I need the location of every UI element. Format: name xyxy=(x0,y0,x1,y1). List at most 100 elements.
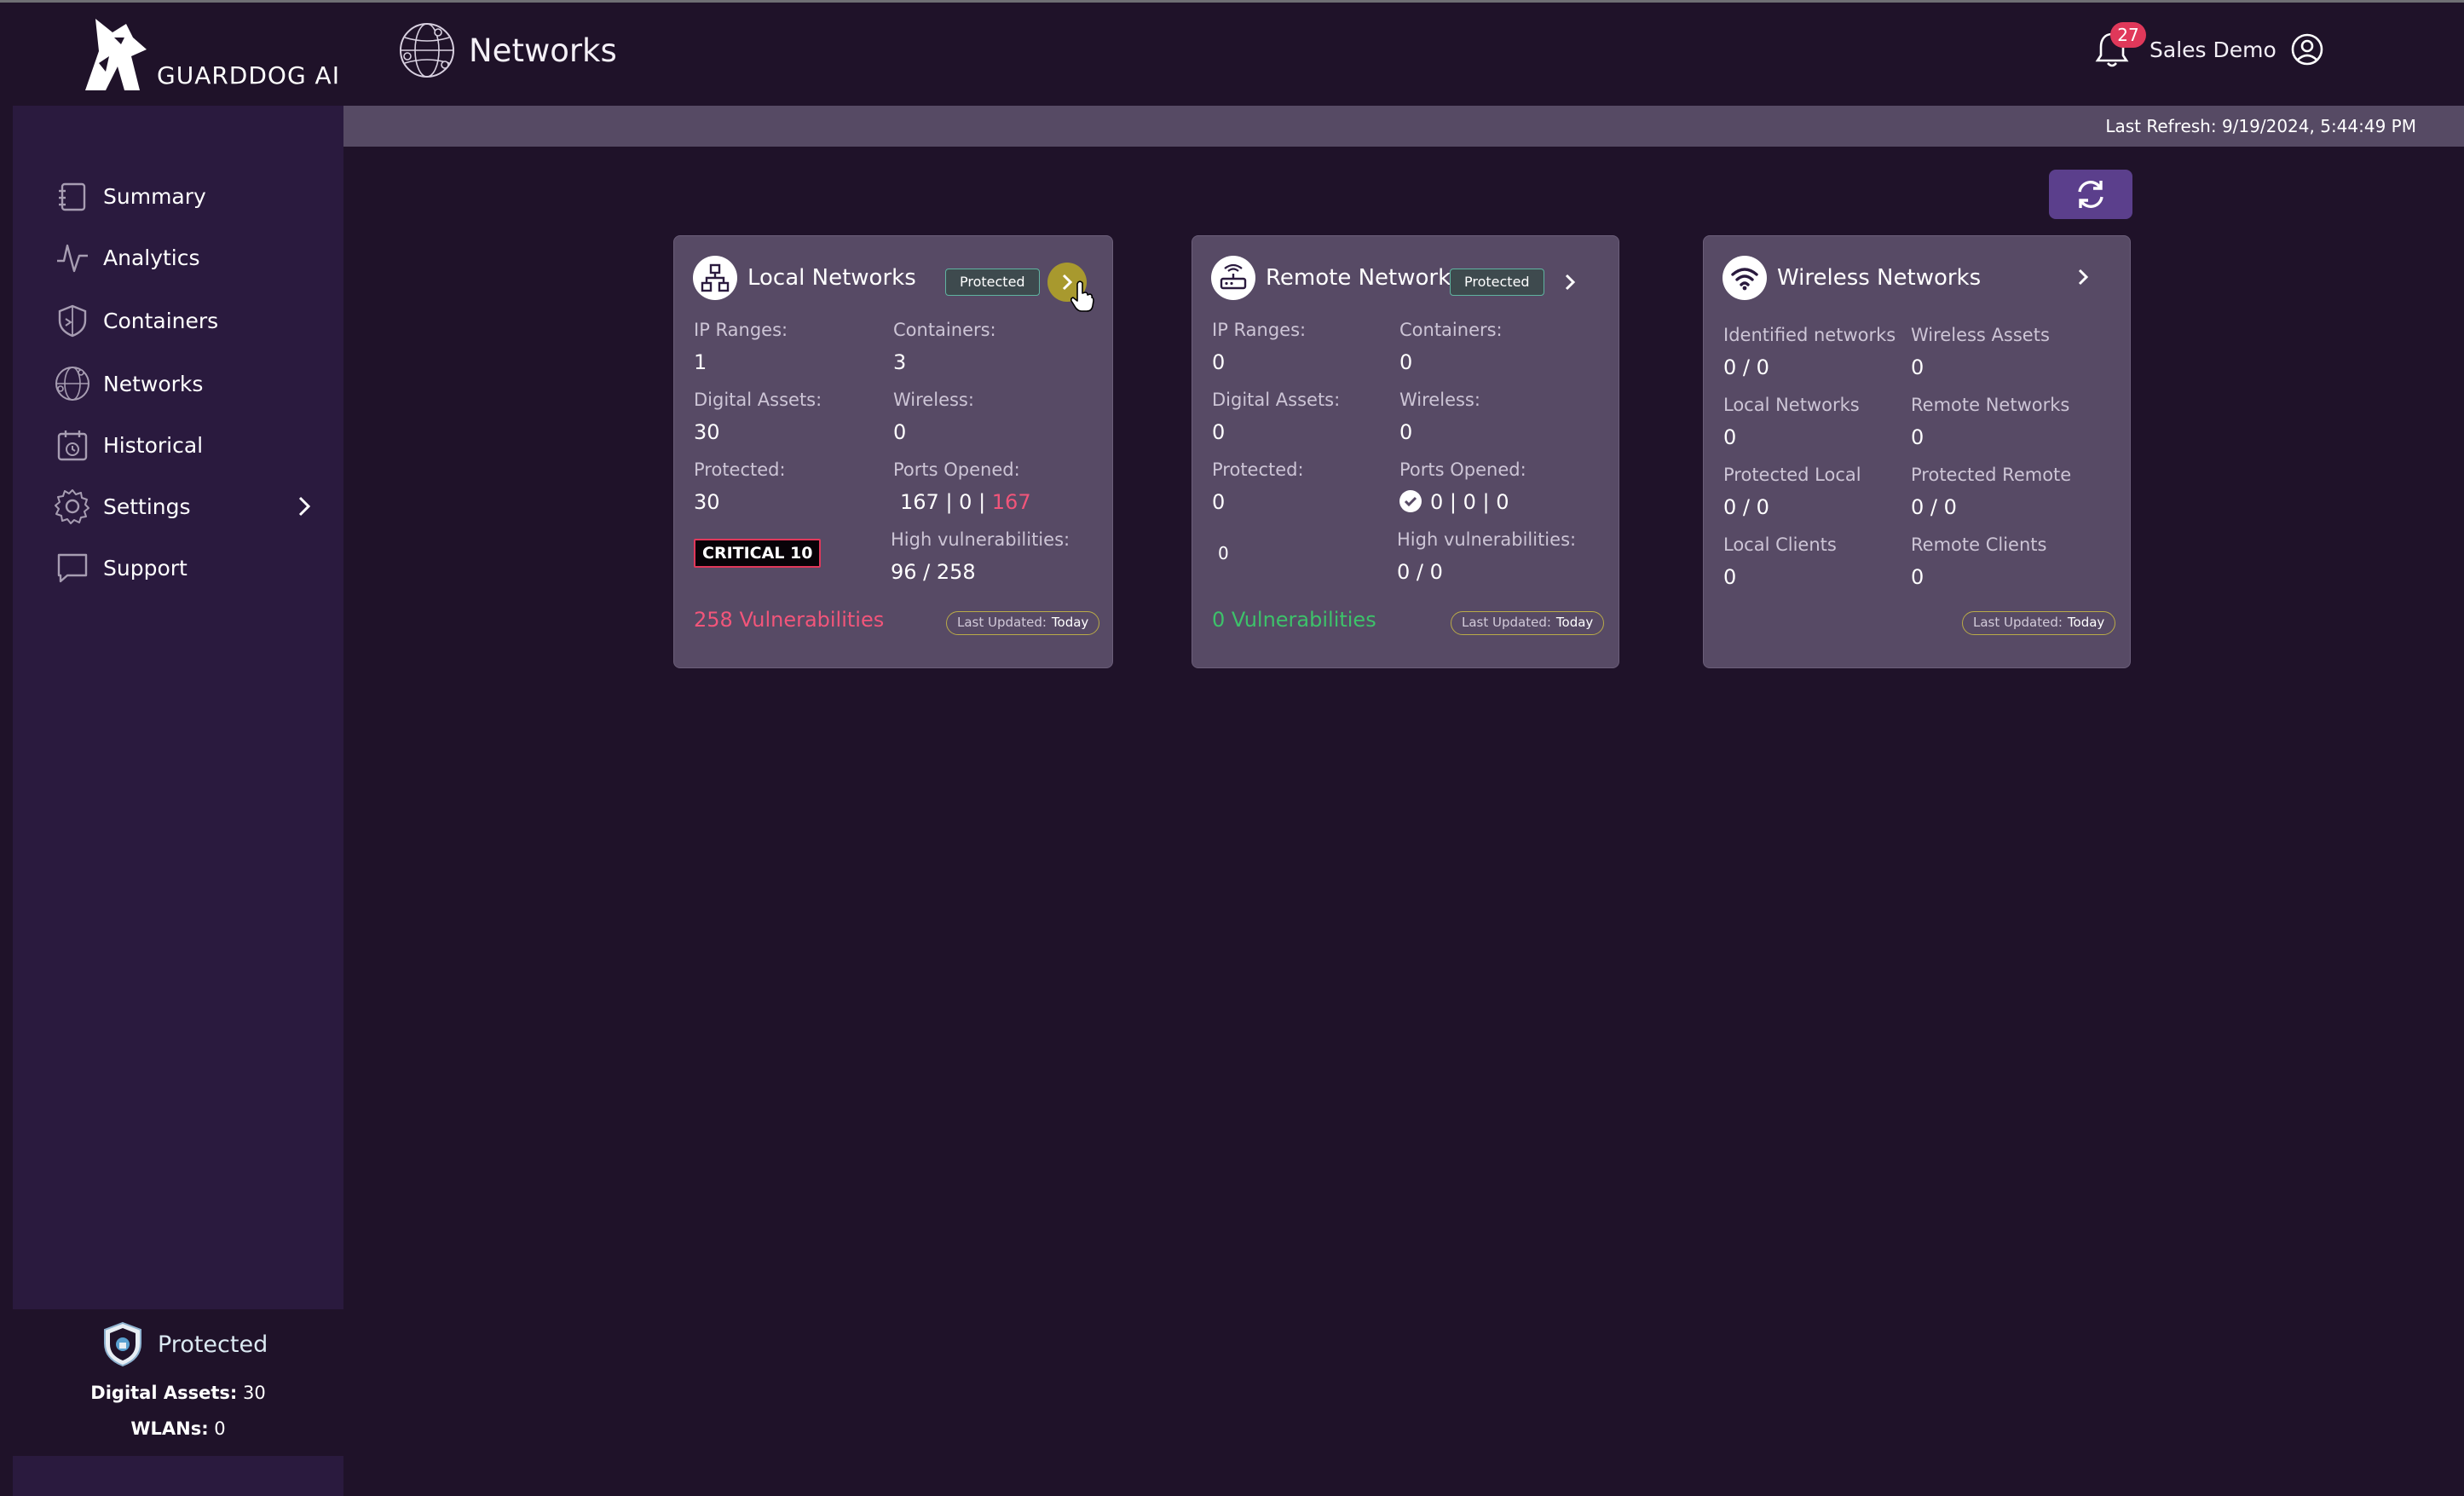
chevron-right-icon xyxy=(2078,269,2089,286)
stat-value: 0 xyxy=(1212,350,1226,374)
sidebar-item-containers[interactable]: Containers xyxy=(54,297,335,344)
stat-label: Remote Clients xyxy=(1911,534,2047,555)
last-updated-value: Today xyxy=(2067,615,2105,630)
digital-assets-stat: Digital Assets: 0 xyxy=(1212,390,1340,444)
chevron-right-icon xyxy=(1565,274,1576,291)
stat-value: 167 | 0 | 167 xyxy=(900,490,1031,514)
stat-value: 0 xyxy=(1399,420,1413,444)
stat-value: 0 xyxy=(1212,420,1226,444)
sidebar-item-analytics[interactable]: Analytics xyxy=(54,234,335,281)
last-updated-value: Today xyxy=(1555,615,1594,630)
wireless-networks-card: Wireless Networks Identified networks 0 … xyxy=(1703,235,2131,668)
stat-label: High vulnerabilities: xyxy=(1397,529,1577,550)
sidebar-item-label: Support xyxy=(103,555,188,580)
ports-risk-count: 167 xyxy=(991,490,1031,514)
digital-assets-value: 30 xyxy=(242,1383,266,1403)
networks-icon xyxy=(54,365,91,402)
vulnerabilities-link[interactable]: 0 Vulnerabilities xyxy=(1212,608,1376,632)
stat-label: Ports Opened: xyxy=(1399,459,1526,480)
ports-open-count: 167 xyxy=(900,490,939,514)
stat-value: 1 xyxy=(694,350,707,374)
refresh-icon xyxy=(2078,181,2103,208)
protected-remote-stat: Protected Remote 0 / 0 xyxy=(1911,465,2071,519)
wireless-assets-stat: Wireless Assets 0 xyxy=(1911,325,2050,379)
brand-name: GUARDDOG AI xyxy=(157,61,340,90)
wifi-icon xyxy=(1722,256,1767,300)
stat-label: High vulnerabilities: xyxy=(891,529,1070,550)
card-title: Local Networks xyxy=(747,265,916,291)
sidebar-item-label: Analytics xyxy=(103,245,200,270)
stat-value: 30 xyxy=(694,490,720,514)
wlans-summary: WLANs: 0 xyxy=(13,1418,343,1439)
protection-status: Protected xyxy=(101,1321,268,1367)
stat-label: Protected Local xyxy=(1723,465,1861,485)
sidebar-item-historical[interactable]: Historical xyxy=(54,421,335,469)
protected-badge: Protected xyxy=(945,269,1040,296)
user-area: 27 Sales Demo xyxy=(2093,22,2324,77)
open-remote-networks-button[interactable] xyxy=(1550,263,1590,302)
ip-ranges-stat: IP Ranges: 1 xyxy=(694,320,788,374)
protected-local-stat: Protected Local 0 / 0 xyxy=(1723,465,1861,519)
sidebar-item-summary[interactable]: Summary xyxy=(54,172,335,220)
digital-assets-label: Digital Assets: xyxy=(90,1383,238,1403)
sidebar-item-networks[interactable]: Networks xyxy=(54,360,335,407)
router-icon xyxy=(1211,256,1255,300)
protected-stat: Protected: 30 xyxy=(694,459,786,514)
user-name[interactable]: Sales Demo xyxy=(2150,38,2276,62)
sidebar-item-label: Historical xyxy=(103,432,204,458)
local-networks-stat: Local Networks 0 xyxy=(1723,395,1860,449)
wlans-value: 0 xyxy=(214,1418,226,1439)
remote-networks-stat: Remote Networks 0 xyxy=(1911,395,2069,449)
critical-badge: CRITICAL 10 xyxy=(694,539,822,568)
stat-label: Remote Networks xyxy=(1911,395,2070,415)
stat-value: 0 | 0 | 0 xyxy=(1399,490,1526,514)
networks-globe-icon xyxy=(400,23,454,78)
sidebar-item-settings[interactable]: Settings xyxy=(54,482,335,530)
ports-counts: 0 | 0 | 0 xyxy=(1430,490,1509,514)
stat-value: 0 / 0 xyxy=(1723,495,1769,519)
stat-label: Local Clients xyxy=(1723,534,1837,555)
summary-icon xyxy=(54,177,91,215)
last-updated-label: Last Updated: xyxy=(1462,615,1551,630)
protection-status-text: Protected xyxy=(158,1331,268,1358)
containers-icon xyxy=(54,302,91,339)
sidebar-item-label: Networks xyxy=(103,371,204,396)
critical-count: 0 xyxy=(1218,543,1229,563)
analytics-icon xyxy=(54,239,91,276)
stat-value: 0 xyxy=(1911,355,1924,379)
stat-value: 0 xyxy=(893,420,907,444)
page-header: Networks xyxy=(397,20,617,80)
guarddog-logo[interactable]: GUARDDOG AI xyxy=(80,12,339,94)
sidebar-item-label: Settings xyxy=(103,494,191,519)
page-title: Networks xyxy=(469,32,617,69)
checkmark-icon xyxy=(1399,490,1422,512)
stat-label: Identified networks xyxy=(1723,325,1896,345)
stat-value: 0 xyxy=(1723,425,1737,449)
high-vulnerabilities-stat: High vulnerabilities: 96 / 258 xyxy=(891,529,1070,584)
stat-label: Wireless Assets xyxy=(1911,325,2050,345)
stat-label: Protected: xyxy=(1212,459,1304,480)
protected-badge: Protected xyxy=(1450,269,1544,296)
stat-label: Containers: xyxy=(893,320,996,340)
last-updated-pill: Last Updated: Today xyxy=(1962,611,2116,635)
open-wireless-networks-button[interactable] xyxy=(2063,257,2103,297)
sidebar-item-label: Summary xyxy=(103,183,206,209)
settings-icon xyxy=(54,488,91,525)
stat-label: Wireless: xyxy=(1399,390,1480,410)
local-network-topology-icon xyxy=(693,256,737,300)
chevron-right-icon[interactable] xyxy=(291,493,318,520)
stat-value: 0 xyxy=(1212,490,1226,514)
stat-value: 3 xyxy=(893,350,907,374)
sidebar-item-support[interactable]: Support xyxy=(54,544,335,592)
stat-value: 0 xyxy=(1911,425,1924,449)
local-clients-stat: Local Clients 0 xyxy=(1723,534,1837,589)
refresh-button[interactable] xyxy=(2049,170,2132,219)
user-account-icon[interactable] xyxy=(2290,32,2324,66)
stat-label: Protected Remote xyxy=(1911,465,2072,485)
stat-value: 0 xyxy=(1911,565,1924,589)
vulnerabilities-link[interactable]: 258 Vulnerabilities xyxy=(694,608,884,632)
stat-value: 0 xyxy=(1723,565,1737,589)
stat-value: 96 / 258 xyxy=(891,560,976,584)
notifications-button[interactable]: 27 xyxy=(2093,22,2146,70)
digital-assets-stat: Digital Assets: 30 xyxy=(694,390,822,444)
